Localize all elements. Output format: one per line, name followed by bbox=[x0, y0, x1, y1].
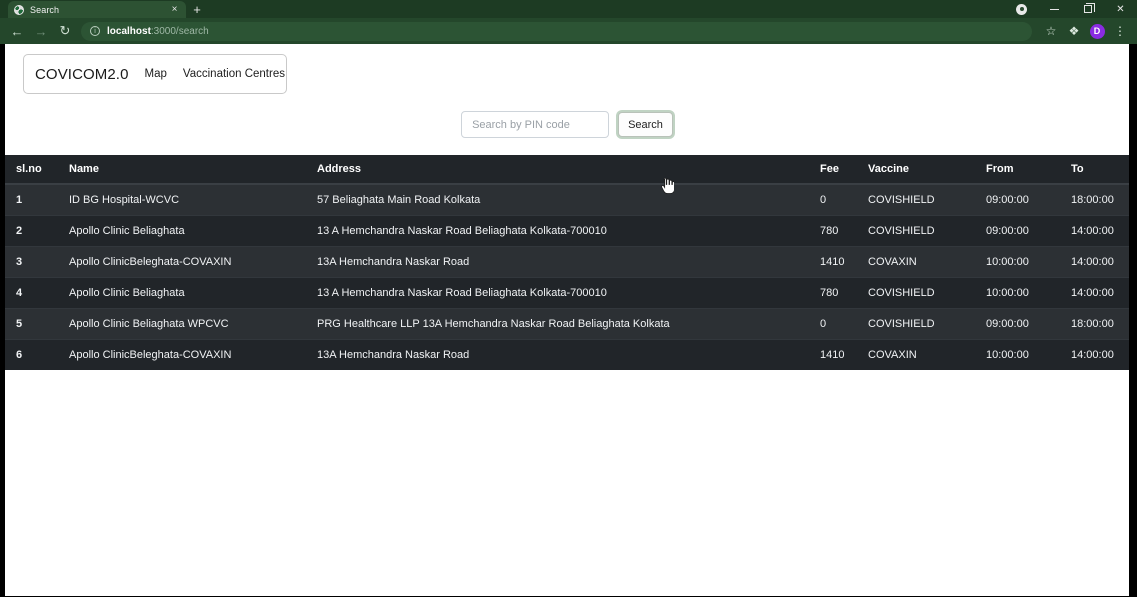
browser-menu-icon[interactable]: ⋮ bbox=[1109, 20, 1131, 42]
cell-slno: 3 bbox=[5, 246, 57, 278]
cell-fee: 0 bbox=[818, 183, 866, 216]
site-info-icon[interactable]: i bbox=[90, 26, 100, 36]
table-header-row: sl.no Name Address Fee Vaccine From To bbox=[5, 155, 1129, 185]
page-viewport: COVICOM2.0 Map Vaccination Centres Searc… bbox=[0, 44, 1137, 597]
table-head: sl.no Name Address Fee Vaccine From To bbox=[5, 155, 1129, 185]
cell-vaccine: COVISHIELD bbox=[866, 215, 984, 247]
close-icon[interactable]: × bbox=[169, 4, 180, 15]
cell-fee: 780 bbox=[818, 277, 866, 309]
browser-toolbar: ← → ↻ i localhost:3000/search ☆ ❖ D ⋮ bbox=[0, 18, 1137, 44]
tab-strip: Search × + ✕ bbox=[0, 0, 1137, 18]
maximize-button[interactable] bbox=[1071, 0, 1104, 18]
cell-address: PRG Healthcare LLP 13A Hemchandra Naskar… bbox=[305, 308, 818, 340]
results-table-wrapper: sl.no Name Address Fee Vaccine From To 1… bbox=[5, 155, 1129, 370]
forward-icon[interactable]: → bbox=[30, 20, 52, 42]
tab-title: Search bbox=[30, 4, 60, 15]
table-row[interactable]: 5 Apollo Clinic Beliaghata WPCVC PRG Hea… bbox=[5, 308, 1129, 340]
cell-vaccine: COVISHIELD bbox=[866, 183, 984, 216]
profile-avatar[interactable]: D bbox=[1086, 20, 1108, 42]
cell-to: 18:00:00 bbox=[1069, 183, 1129, 216]
column-header-name: Name bbox=[57, 155, 305, 185]
url-path: :3000/search bbox=[150, 25, 209, 37]
minimize-button[interactable] bbox=[1038, 0, 1071, 18]
cell-slno: 5 bbox=[5, 308, 57, 340]
cell-slno: 2 bbox=[5, 215, 57, 247]
cell-to: 14:00:00 bbox=[1069, 215, 1129, 247]
close-window-button[interactable]: ✕ bbox=[1104, 0, 1137, 18]
globe-icon bbox=[14, 4, 24, 15]
cell-from: 09:00:00 bbox=[984, 308, 1069, 340]
cell-vaccine: COVAXIN bbox=[866, 339, 984, 370]
cell-name: Apollo ClinicBeleghata-COVAXIN bbox=[57, 246, 305, 278]
toolbar-icons: ☆ ❖ D ⋮ bbox=[1040, 20, 1131, 42]
cell-slno: 1 bbox=[5, 183, 57, 216]
cell-from: 10:00:00 bbox=[984, 339, 1069, 370]
back-icon[interactable]: ← bbox=[6, 20, 28, 42]
column-header-fee: Fee bbox=[818, 155, 866, 185]
cell-from: 09:00:00 bbox=[984, 183, 1069, 216]
nav-link-vaccination-centres[interactable]: Vaccination Centres bbox=[183, 68, 285, 80]
reload-icon[interactable]: ↻ bbox=[54, 20, 76, 42]
cell-address: 13A Hemchandra Naskar Road bbox=[305, 339, 818, 370]
tab-search[interactable]: Search × bbox=[8, 1, 186, 18]
extensions-puzzle-icon[interactable]: ❖ bbox=[1063, 20, 1085, 42]
browser-window: Search × + ✕ ← → ↻ i localhost:3000/sear… bbox=[0, 0, 1137, 597]
bookmark-star-icon[interactable]: ☆ bbox=[1040, 20, 1062, 42]
table-body: 1 ID BG Hospital-WCVC 57 Beliaghata Main… bbox=[5, 183, 1129, 370]
address-bar[interactable]: i localhost:3000/search bbox=[81, 21, 1032, 41]
cell-name: ID BG Hospital-WCVC bbox=[57, 183, 305, 216]
cell-address: 57 Beliaghata Main Road Kolkata bbox=[305, 183, 818, 216]
cell-to: 14:00:00 bbox=[1069, 277, 1129, 309]
cell-from: 09:00:00 bbox=[984, 215, 1069, 247]
column-header-slno: sl.no bbox=[5, 155, 57, 185]
cell-vaccine: COVISHIELD bbox=[866, 277, 984, 309]
cell-name: Apollo Clinic Beliaghata WPCVC bbox=[57, 308, 305, 340]
table-row[interactable]: 1 ID BG Hospital-WCVC 57 Beliaghata Main… bbox=[5, 183, 1129, 216]
cell-from: 10:00:00 bbox=[984, 277, 1069, 309]
cell-vaccine: COVAXIN bbox=[866, 246, 984, 278]
cell-name: Apollo Clinic Beliaghata bbox=[57, 215, 305, 247]
column-header-to: To bbox=[1069, 155, 1129, 185]
cell-fee: 1410 bbox=[818, 246, 866, 278]
nav-link-map[interactable]: Map bbox=[145, 68, 167, 80]
window-controls: ✕ bbox=[1005, 0, 1137, 18]
url-text: localhost:3000/search bbox=[107, 26, 209, 37]
cell-address: 13A Hemchandra Naskar Road bbox=[305, 246, 818, 278]
column-header-vaccine: Vaccine bbox=[866, 155, 984, 185]
search-button[interactable]: Search bbox=[618, 112, 673, 137]
table-row[interactable]: 4 Apollo Clinic Beliaghata 13 A Hemchand… bbox=[5, 277, 1129, 309]
column-header-from: From bbox=[984, 155, 1069, 185]
site-navbar: COVICOM2.0 Map Vaccination Centres bbox=[23, 54, 287, 94]
cell-fee: 1410 bbox=[818, 339, 866, 370]
cell-name: Apollo Clinic Beliaghata bbox=[57, 277, 305, 309]
cell-address: 13 A Hemchandra Naskar Road Beliaghata K… bbox=[305, 277, 818, 309]
cell-slno: 6 bbox=[5, 339, 57, 370]
vaccination-centres-table: sl.no Name Address Fee Vaccine From To 1… bbox=[5, 155, 1129, 370]
table-row[interactable]: 3 Apollo ClinicBeleghata-COVAXIN 13A Hem… bbox=[5, 246, 1129, 278]
cell-to: 18:00:00 bbox=[1069, 308, 1129, 340]
cell-fee: 780 bbox=[818, 215, 866, 247]
cell-address: 13 A Hemchandra Naskar Road Beliaghata K… bbox=[305, 215, 818, 247]
avatar: D bbox=[1089, 23, 1105, 39]
cell-to: 14:00:00 bbox=[1069, 246, 1129, 278]
search-bar: Search bbox=[5, 111, 1129, 138]
record-indicator-icon[interactable] bbox=[1005, 0, 1038, 18]
new-tab-button[interactable]: + bbox=[186, 1, 208, 18]
cell-name: Apollo ClinicBeleghata-COVAXIN bbox=[57, 339, 305, 370]
cell-to: 14:00:00 bbox=[1069, 339, 1129, 370]
url-host: localhost bbox=[107, 25, 151, 37]
cell-slno: 4 bbox=[5, 277, 57, 309]
cell-fee: 0 bbox=[818, 308, 866, 340]
column-header-address: Address bbox=[305, 155, 818, 185]
cell-vaccine: COVISHIELD bbox=[866, 308, 984, 340]
table-row[interactable]: 2 Apollo Clinic Beliaghata 13 A Hemchand… bbox=[5, 215, 1129, 247]
table-row[interactable]: 6 Apollo ClinicBeleghata-COVAXIN 13A Hem… bbox=[5, 339, 1129, 370]
brand-logo[interactable]: COVICOM2.0 bbox=[35, 66, 129, 83]
search-input[interactable] bbox=[461, 111, 610, 138]
cell-from: 10:00:00 bbox=[984, 246, 1069, 278]
